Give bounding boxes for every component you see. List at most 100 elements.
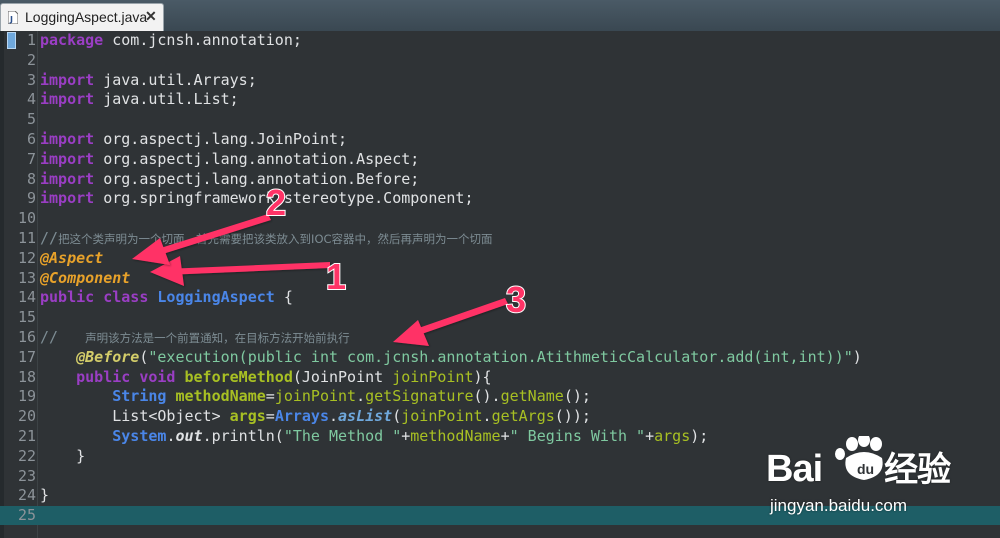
tab-title: LoggingAspect.java	[25, 9, 148, 25]
line-number: 9	[26, 189, 36, 208]
code-line[interactable]: 8 import org.aspectj.lang.annotation.Befo…	[0, 170, 1000, 189]
code-line[interactable]: 4 import java.util.List;	[0, 90, 1000, 109]
code-line[interactable]: 13 @Component	[0, 269, 1000, 288]
code-token: org.aspectj.lang.JoinPoint;	[94, 130, 348, 148]
code-token: public	[40, 288, 95, 307]
line-number: 25	[17, 506, 36, 525]
code-text: String methodName=joinPoint.getSignature…	[40, 387, 591, 406]
code-token: import	[40, 149, 95, 168]
line-number: 4	[26, 90, 36, 109]
code-text: }	[40, 486, 49, 505]
code-token: .println(	[202, 427, 284, 445]
code-line[interactable]: 20 List<Object> args=Arrays.asList(joinP…	[0, 407, 1000, 426]
code-token: (	[392, 407, 402, 426]
code-text: }	[40, 447, 85, 466]
code-token: +	[645, 427, 655, 445]
code-token: (JoinPoint	[292, 367, 393, 386]
code-text: @Component	[40, 269, 130, 288]
code-token: List<Object>	[40, 407, 230, 426]
code-token: methodName	[175, 387, 266, 406]
code-text: import java.util.List;	[40, 90, 239, 109]
close-icon[interactable]: ✕	[145, 8, 157, 25]
code-token: 声明该方法是一个前置通知，在目标方法开始前执行	[85, 331, 350, 345]
code-token: @Component	[40, 268, 131, 287]
code-token: }	[40, 486, 50, 505]
code-token: org.aspectj.lang.annotation.Before;	[94, 169, 420, 188]
code-text: @Aspect	[40, 249, 103, 268]
code-token: java.util.Arrays;	[94, 70, 257, 89]
code-text: @Before("execution(public int com.jcnsh.…	[40, 348, 862, 367]
code-token: getArgs	[491, 407, 555, 426]
code-token: methodName	[410, 427, 501, 445]
tab-logging-aspect[interactable]: J LoggingAspect.java ✕	[0, 3, 164, 31]
code-text: import org.springframework.stereotype.Co…	[40, 189, 473, 208]
code-token: ());	[554, 407, 591, 426]
line-number: 18	[17, 367, 36, 386]
code-token: " Begins With "	[509, 427, 646, 445]
line-number: 5	[26, 110, 36, 129]
code-text: import org.aspectj.lang.annotation.Aspec…	[40, 150, 419, 169]
code-token: .	[329, 407, 339, 426]
code-line[interactable]: 2	[0, 51, 1000, 70]
code-line[interactable]: 9 import org.springframework.stereotype.C…	[0, 189, 1000, 208]
code-token: import	[40, 130, 95, 148]
code-text: import org.aspectj.lang.annotation.Befor…	[40, 170, 419, 189]
code-line[interactable]: 3 import java.util.Arrays;	[0, 71, 1000, 90]
code-text: import org.aspectj.lang.JoinPoint;	[40, 130, 347, 149]
code-token: getSignature	[365, 387, 474, 406]
code-token: java.util.List;	[94, 90, 239, 109]
code-token: @Aspect	[40, 248, 104, 267]
code-text: public void beforeMethod(JoinPoint joinP…	[40, 367, 491, 387]
watermark-url: jingyan.baidu.com	[770, 496, 908, 515]
code-line[interactable]: 19 String methodName=joinPoint.getSignat…	[0, 387, 1000, 406]
code-text: //把这个类声明为一个切面，首先需要把该类放入到IOC容器中，然后再声明为一个切…	[40, 229, 493, 249]
code-line[interactable]: 17 @Before("execution(public int com.jcn…	[0, 348, 1000, 367]
code-token: @Before	[76, 347, 140, 366]
code-line[interactable]: 7 import org.aspectj.lang.annotation.Aspe…	[0, 150, 1000, 169]
code-line[interactable]: 11//把这个类声明为一个切面，首先需要把该类放入到IOC容器中，然后再声明为一…	[0, 229, 1000, 248]
svg-text:J: J	[9, 15, 13, 24]
line-number: 13	[17, 268, 36, 287]
code-token: .	[356, 387, 366, 406]
code-text: // 声明该方法是一个前置通知，在目标方法开始前执行	[40, 328, 350, 348]
code-token: //	[40, 229, 59, 247]
baidu-jingyan-watermark: du Bai 经验 jingyan.baidu.com	[760, 436, 1000, 538]
line-number: 16	[17, 328, 36, 346]
code-line[interactable]: 12 @Aspect	[0, 249, 1000, 268]
code-line[interactable]: 16// 声明该方法是一个前置通知，在目标方法开始前执行	[0, 328, 1000, 347]
code-line[interactable]: 15	[0, 308, 1000, 327]
code-token: String	[112, 387, 167, 406]
line-number: 22	[17, 446, 36, 465]
code-token: 把这个类声明为一个切面，首先需要把该类放入到IOC容器中，然后再声明为一个切面	[58, 232, 493, 246]
code-token: //	[40, 328, 86, 346]
code-line[interactable]: 1 package com.jcnsh.annotation;	[0, 31, 1000, 50]
code-line[interactable]: 18 public void beforeMethod(JoinPoint jo…	[0, 368, 1000, 387]
line-number: 21	[17, 427, 36, 445]
editor-tab-bar: J LoggingAspect.java ✕	[0, 0, 1000, 32]
code-token: class	[103, 288, 149, 307]
line-number: 10	[17, 209, 36, 228]
code-token: void	[139, 367, 176, 386]
code-token: asList	[338, 407, 393, 426]
code-token: getName	[500, 387, 564, 406]
line-number: 8	[26, 169, 36, 188]
code-line[interactable]: 5	[0, 110, 1000, 129]
code-token: joinPoint	[401, 407, 483, 426]
java-file-icon: J	[8, 11, 18, 24]
code-token: org.aspectj.lang.annotation.Aspect;	[94, 149, 420, 168]
code-line[interactable]: 6 import org.aspectj.lang.JoinPoint;	[0, 130, 1000, 149]
code-line[interactable]: 10	[0, 209, 1000, 228]
code-text: package com.jcnsh.annotation;	[40, 31, 302, 50]
line-number: 20	[17, 407, 36, 426]
code-token: import	[40, 90, 95, 109]
code-token: joinPoint	[392, 367, 474, 386]
code-token: {	[274, 288, 293, 307]
code-line[interactable]: 14 public class LoggingAspect {	[0, 288, 1000, 307]
code-token: .	[482, 407, 492, 426]
